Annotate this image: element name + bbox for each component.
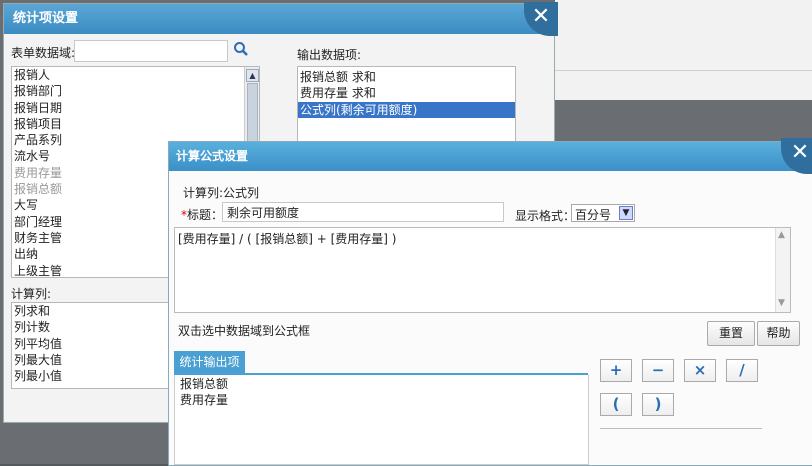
background-panel (555, 0, 812, 100)
scrollbar[interactable]: ▲ ▼ (775, 228, 790, 312)
display-format-label: 显示格式： (515, 209, 576, 223)
stat-output-list[interactable]: 报销总额 费用存量 (174, 375, 589, 465)
calc-column-item[interactable]: 列最小值 (12, 368, 187, 384)
calc-column-label: 计算列: (11, 287, 52, 301)
display-format-select[interactable]: 百分号 ▼ (571, 204, 635, 222)
calc-column-item[interactable]: 列求和 (12, 303, 187, 319)
dialog-title: 计算公式设置 (169, 142, 812, 171)
title-label-text: 标题： (187, 208, 224, 222)
tab-stat-output[interactable]: 统计输出项 (174, 351, 245, 373)
output-label: 输出数据项: (297, 48, 362, 62)
calc-column-list[interactable]: 列求和 列计数 列平均值 列最大值 列最小值 (11, 302, 188, 389)
title-label: *标题： (181, 206, 223, 223)
output-item[interactable]: 报销总额 求和 (298, 69, 515, 85)
calc-column-item[interactable]: 列平均值 (12, 336, 187, 352)
left-paren-button[interactable]: ( (600, 393, 632, 416)
title-input[interactable]: 剩余可用额度 (222, 202, 504, 222)
field-search-input[interactable] (74, 40, 228, 62)
scroll-down-icon[interactable]: ▼ (778, 298, 785, 308)
dialog-title: 统计项设置 (4, 4, 554, 34)
scroll-up-icon[interactable]: ▲ (246, 69, 259, 82)
divider (600, 428, 762, 429)
formula-settings-dialog: 计算公式设置 ✕ 计算列:公式列 *标题： 剩余可用额度 显示格式： 百分号 ▼… (168, 138, 812, 466)
divide-button[interactable]: / (726, 359, 758, 382)
output-list[interactable]: 报销总额 求和 费用存量 求和 公式列(剩余可用额度) (297, 66, 516, 146)
multiply-button[interactable]: × (684, 359, 716, 382)
search-icon[interactable] (233, 41, 249, 57)
minus-button[interactable]: − (642, 359, 674, 382)
formula-textarea[interactable]: [费用存量] / ( [报销总额] + [费用存量] ) ▲ ▼ (174, 227, 791, 313)
hint-text: 双击选中数据域到公式框 (178, 324, 311, 338)
display-format-value: 百分号 (575, 208, 612, 222)
right-paren-button[interactable]: ) (642, 393, 674, 416)
chevron-down-icon[interactable]: ▼ (619, 206, 633, 220)
form-field-label: 表单数据域: (11, 46, 76, 60)
plus-button[interactable]: + (600, 359, 632, 382)
calc-column-info: 计算列:公式列 (183, 186, 260, 200)
calc-column-item[interactable]: 列计数 (12, 319, 187, 335)
list-item[interactable]: 报销项目 (12, 116, 259, 132)
output-item[interactable]: 费用存量 求和 (298, 85, 515, 101)
stat-item[interactable]: 报销总额 (178, 376, 585, 392)
background-divider (555, 70, 812, 71)
stat-item[interactable]: 费用存量 (178, 392, 585, 408)
list-item[interactable]: 报销日期 (12, 100, 259, 116)
calc-column-item[interactable]: 列最大值 (12, 352, 187, 368)
list-item[interactable]: 报销部门 (12, 83, 259, 99)
output-item[interactable]: 公式列(剩余可用额度) (298, 101, 515, 118)
scroll-up-icon[interactable]: ▲ (778, 230, 785, 240)
formula-text: [费用存量] / ( [报销总额] + [费用存量] ) (178, 232, 397, 246)
help-button[interactable]: 帮助 (757, 321, 800, 346)
list-item[interactable]: 报销人 (12, 67, 259, 83)
reset-button[interactable]: 重置 (707, 321, 755, 346)
